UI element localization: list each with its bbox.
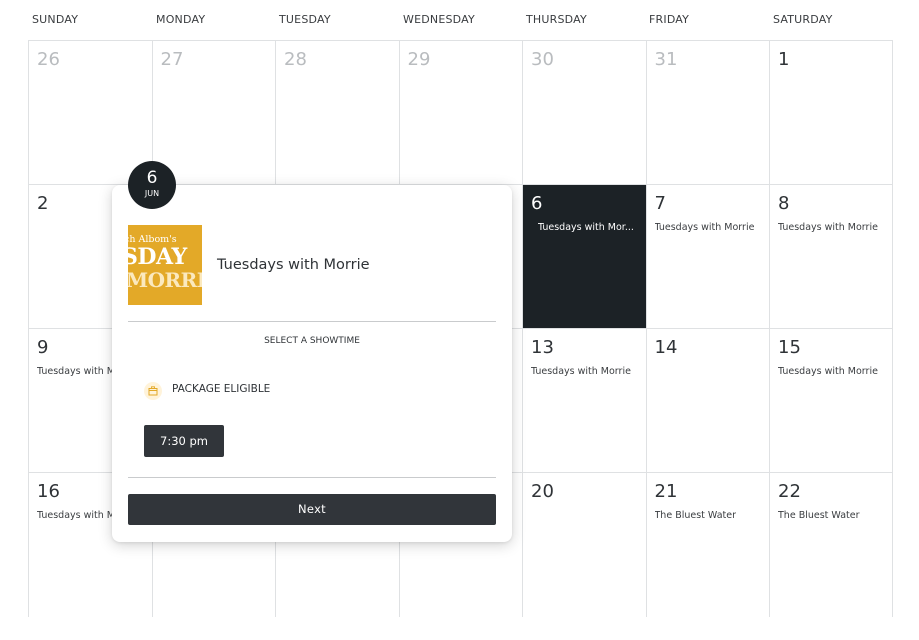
weekday-wednesday: WEDNESDAY bbox=[403, 13, 475, 26]
day-number: 14 bbox=[654, 337, 678, 358]
event-link[interactable]: Tuesdays with Mor... bbox=[538, 222, 634, 233]
day-number: 28 bbox=[284, 49, 307, 70]
weekday-tuesday: TUESDAY bbox=[279, 13, 331, 26]
event-link[interactable]: Tuesdays with Morrie bbox=[778, 222, 878, 233]
divider bbox=[128, 477, 496, 478]
badge-day: 6 bbox=[146, 168, 158, 188]
showtime-button[interactable]: 7:30 pm bbox=[144, 425, 224, 457]
day-number: 8 bbox=[778, 193, 790, 214]
select-showtime-label: SELECT A SHOWTIME bbox=[264, 336, 360, 346]
event-link[interactable]: Tuesdays with M bbox=[37, 510, 115, 521]
weekday-friday: FRIDAY bbox=[649, 13, 690, 26]
calendar-day-cell[interactable]: 30 bbox=[522, 40, 647, 185]
calendar-day-cell[interactable]: 22 The Bluest Water bbox=[769, 472, 893, 617]
package-icon bbox=[144, 382, 162, 400]
day-number: 20 bbox=[531, 481, 554, 502]
date-badge: 6 JUN bbox=[128, 161, 176, 209]
day-number: 2 bbox=[37, 193, 49, 214]
day-number: 7 bbox=[654, 193, 666, 214]
day-number: 15 bbox=[778, 337, 801, 358]
showtime-popup: ch Albom's SDAY MORRI Tuesdays with Morr… bbox=[112, 185, 512, 542]
calendar-day-cell[interactable]: 8 Tuesdays with Morrie bbox=[769, 184, 893, 329]
calendar-day-cell[interactable]: 7 Tuesdays with Morrie bbox=[645, 184, 770, 329]
calendar-day-cell[interactable]: 14 bbox=[645, 328, 770, 473]
day-number: 26 bbox=[37, 49, 60, 70]
package-eligible-label: PACKAGE ELIGIBLE bbox=[172, 383, 271, 395]
weekday-monday: MONDAY bbox=[156, 13, 206, 26]
show-title: Tuesdays with Morrie bbox=[217, 257, 370, 273]
calendar-day-cell[interactable]: 6 Tuesdays with Mor... bbox=[522, 184, 647, 329]
event-link[interactable]: The Bluest Water bbox=[655, 510, 737, 521]
badge-month: JUN bbox=[144, 189, 160, 198]
show-poster-image: ch Albom's SDAY MORRI bbox=[128, 225, 202, 305]
calendar-day-cell[interactable]: 13 Tuesdays with Morrie bbox=[522, 328, 647, 473]
calendar-day-cell[interactable]: 20 bbox=[522, 472, 647, 617]
day-number: 30 bbox=[531, 49, 554, 70]
day-number: 27 bbox=[160, 49, 184, 70]
poster-text-3: MORRI bbox=[128, 268, 202, 292]
event-link[interactable]: Tuesdays with Morrie bbox=[531, 366, 631, 377]
event-link[interactable]: Tuesdays with M bbox=[37, 366, 115, 377]
day-number: 31 bbox=[654, 49, 678, 70]
calendar-day-cell[interactable]: 21 The Bluest Water bbox=[645, 472, 770, 617]
day-number: 16 bbox=[37, 481, 60, 502]
day-number: 1 bbox=[778, 49, 790, 70]
calendar-day-cell[interactable]: 27 bbox=[151, 40, 276, 185]
day-number: 21 bbox=[654, 481, 678, 502]
next-button[interactable]: Next bbox=[128, 494, 496, 525]
calendar-day-cell[interactable]: 15 Tuesdays with Morrie bbox=[769, 328, 893, 473]
event-link[interactable]: Tuesdays with Morrie bbox=[655, 222, 755, 233]
poster-text-2: SDAY bbox=[128, 244, 187, 270]
event-link[interactable]: The Bluest Water bbox=[778, 510, 860, 521]
day-number: 22 bbox=[778, 481, 801, 502]
calendar-day-cell[interactable]: 1 bbox=[769, 40, 893, 185]
weekday-thursday: THURSDAY bbox=[526, 13, 587, 26]
divider bbox=[128, 321, 496, 322]
day-number: 9 bbox=[37, 337, 49, 358]
weekday-sunday: SUNDAY bbox=[32, 13, 79, 26]
weekday-saturday: SATURDAY bbox=[773, 13, 833, 26]
event-link[interactable]: Tuesdays with Morrie bbox=[778, 366, 878, 377]
day-number: 13 bbox=[531, 337, 554, 358]
calendar-day-cell[interactable]: 31 bbox=[645, 40, 770, 185]
calendar-day-cell[interactable]: 26 bbox=[28, 40, 153, 185]
day-number: 6 bbox=[531, 193, 543, 214]
day-number: 29 bbox=[407, 49, 431, 70]
calendar-day-cell[interactable]: 28 bbox=[275, 40, 400, 185]
calendar-day-cell[interactable]: 29 bbox=[398, 40, 523, 185]
